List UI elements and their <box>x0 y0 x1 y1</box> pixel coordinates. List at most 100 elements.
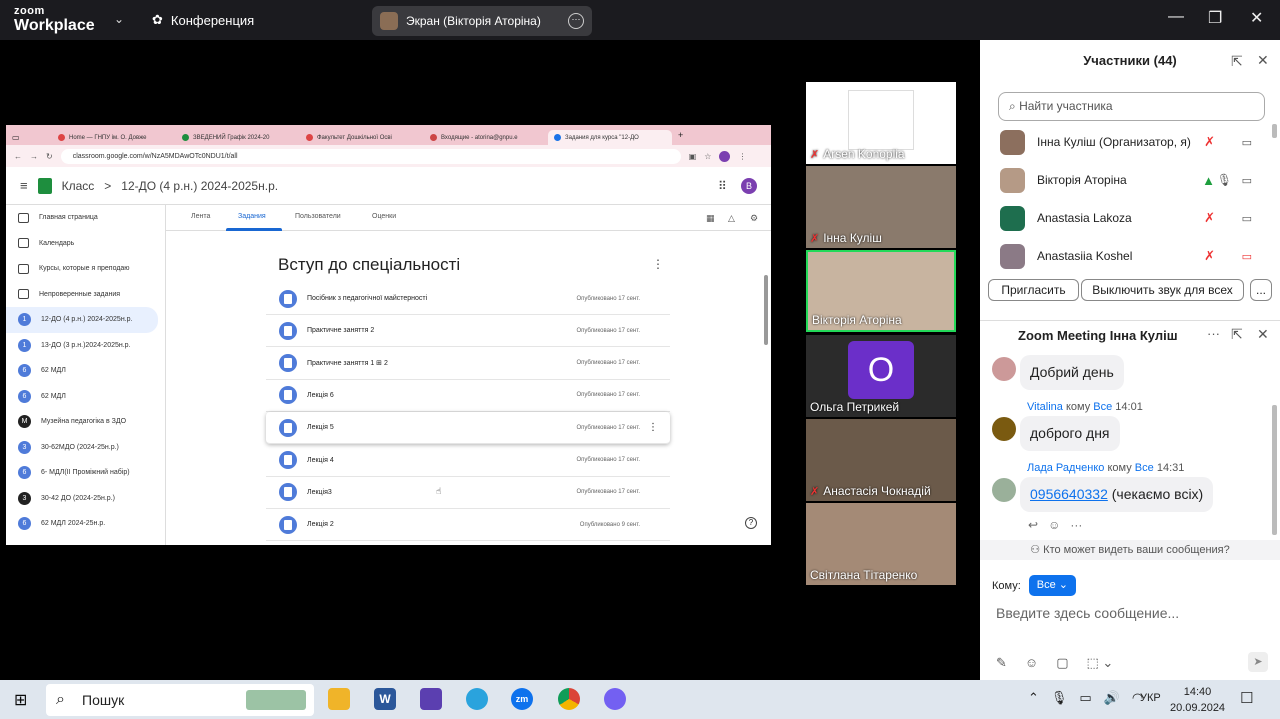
video-tile[interactable]: Вікторія Аторіна <box>806 250 956 332</box>
sidebar-item[interactable]: Главная страница <box>6 205 165 231</box>
viber-icon[interactable] <box>604 688 626 710</box>
muted-mic-icon[interactable]: ✗ <box>1204 134 1215 150</box>
participant-row[interactable]: Anastasiia Koshel ✗ ▭ <box>1000 237 1260 275</box>
recipient-select[interactable]: Все ⌄ <box>1028 575 1077 596</box>
sidebar-item[interactable]: Курсы, которые я преподаю <box>6 256 165 282</box>
browser-tab-active[interactable]: Задания для курса "12-ДО <box>548 130 672 145</box>
apps-grid-icon[interactable]: ⠿ <box>718 179 727 193</box>
tab-feed[interactable]: Лента <box>191 213 210 220</box>
topic-menu-icon[interactable]: ⋮ <box>652 257 664 271</box>
assignment-row[interactable]: Лекція3 Опубликовано 17 сент. <box>266 477 670 509</box>
participant-scrollbar[interactable] <box>1272 124 1277 138</box>
classroom-brand[interactable]: Класс <box>62 179 95 193</box>
browser-tab[interactable]: Home — ГНПУ ім. О. Довже <box>52 130 176 145</box>
calendar-icon[interactable]: ▦ <box>706 213 715 224</box>
word-icon[interactable]: W <box>374 688 396 710</box>
taskbar-clock[interactable]: 14:40 20.09.2024 <box>1170 684 1225 716</box>
save-app-icon[interactable] <box>420 688 442 710</box>
tab-grades[interactable]: Оценки <box>372 213 396 220</box>
popout-icon[interactable]: ⇱ <box>1231 53 1243 70</box>
file-icon[interactable]: ▢ <box>1056 655 1068 671</box>
bookmark-star-icon[interactable]: ☆ <box>704 152 711 161</box>
sidebar-item[interactable]: Календарь <box>6 231 165 257</box>
new-tab-button[interactable]: + <box>678 130 683 140</box>
invite-button[interactable]: Пригласить <box>988 279 1079 301</box>
cast-icon[interactable]: ▣ <box>689 152 697 161</box>
close-icon[interactable]: ✕ <box>1250 8 1263 28</box>
browser-tab[interactable]: Факультет Дошкільної Осві <box>300 130 424 145</box>
video-tile[interactable]: ✗ Інна Куліш <box>806 166 956 248</box>
screenshot-icon[interactable]: ⬚ ⌄ <box>1086 655 1113 671</box>
more-actions-icon[interactable]: ··· <box>1070 518 1082 532</box>
camera-icon[interactable]: ▭ <box>1242 174 1252 187</box>
browser-tab[interactable]: Входящие - atorina@gnpu.e <box>424 130 548 145</box>
participant-row[interactable]: Інна Куліш (Организатор, я) ✗ ▭ <box>1000 123 1260 161</box>
chrome-icon[interactable] <box>558 688 580 710</box>
menu-dots-icon[interactable]: ⋮ <box>738 152 746 161</box>
sidebar-item[interactable]: 3 30-42 ДО (2024-25н.р.) <box>6 486 165 512</box>
chat-close-icon[interactable]: ✕ <box>1257 326 1269 343</box>
mute-all-button[interactable]: Выключить звук для всех <box>1081 279 1244 301</box>
reload-icon[interactable]: ↻ <box>46 152 53 161</box>
browser-tab[interactable]: ЗВЕДЕНИЙ Графік 2024-20 <box>176 130 300 145</box>
notifications-icon[interactable]: ☐ <box>1240 689 1253 707</box>
chat-message-input[interactable]: Введите здесь сообщение... <box>996 605 1179 621</box>
assignment-row[interactable]: Лекція 5 Опубликовано 17 сент. ⋮ <box>266 412 670 445</box>
video-tile[interactable]: Світлана Тітаренко <box>806 503 956 585</box>
video-tile[interactable]: O Ольга Петрикей <box>806 335 956 417</box>
video-tile[interactable]: ✗ Arsen Konoplia <box>806 82 956 164</box>
muted-mic-icon[interactable]: ✗ <box>1204 248 1215 264</box>
emoji-icon[interactable]: ☺ <box>1025 655 1038 671</box>
chat-popout-icon[interactable]: ⇱ <box>1231 326 1243 343</box>
emoji-reaction-icon[interactable]: ☺ <box>1048 518 1060 532</box>
muted-mic-icon[interactable]: ✗ <box>1204 210 1215 226</box>
video-tile[interactable]: ✗ Анастасія Чокнадій <box>806 419 956 501</box>
language-indicator[interactable]: УКР <box>1140 692 1161 704</box>
forward-icon[interactable]: → <box>30 152 38 161</box>
battery-icon[interactable]: ▭ <box>1079 690 1091 706</box>
more-options-icon[interactable]: ··· <box>568 13 584 29</box>
assignment-row[interactable]: Посібник з педагогічної майстерності Опуб… <box>266 283 670 315</box>
chat-more-icon[interactable]: ··· <box>1207 326 1220 341</box>
screen-share-indicator[interactable]: Экран (Вікторія Аторіна) ··· <box>372 6 592 36</box>
assignment-row[interactable]: Лекція 4 Опубликовано 17 сент. <box>266 445 670 477</box>
format-text-icon[interactable]: ✎ <box>996 655 1007 671</box>
zoom-icon[interactable]: zm <box>511 688 533 710</box>
camera-icon[interactable]: ▭ <box>1242 212 1252 225</box>
chat-scrollbar[interactable] <box>1272 405 1277 535</box>
volume-icon[interactable]: 🔊 <box>1104 690 1120 706</box>
participants-more-button[interactable]: ... <box>1250 279 1272 301</box>
tab-assignments[interactable]: Задания <box>238 213 266 220</box>
chevron-down-icon[interactable]: ⌄ <box>114 12 124 26</box>
assignment-row[interactable]: Лекція 6 Опубликовано 17 сент. <box>266 380 670 412</box>
participant-row[interactable]: Anastasia Lakoza ✗ ▭ <box>1000 199 1260 237</box>
sidebar-item[interactable]: 6 62 МДЛ 2024-25н.р. <box>6 511 165 537</box>
telegram-icon[interactable] <box>466 688 488 710</box>
camera-icon[interactable]: ▭ <box>1242 136 1252 149</box>
participant-search-input[interactable]: ⌕ Найти участника <box>998 92 1265 121</box>
taskbar-search[interactable]: ⌕ Пошук <box>46 684 314 716</box>
sidebar-item[interactable]: 1 13-ДО (3 р.н.)2024-2025н.р. <box>6 333 165 359</box>
sidebar-item[interactable]: 6 6- МДЛ(ІІ Проміжний набір) <box>6 460 165 486</box>
send-icon[interactable]: ➤ <box>1248 652 1268 672</box>
windows-start-icon[interactable]: ⊞ <box>14 690 27 710</box>
tab-list-icon[interactable]: ▭ <box>12 130 52 145</box>
participant-row[interactable]: Вікторія Аторіна ▲ 🎙 ▭ <box>1000 161 1260 199</box>
url-bar[interactable]: classroom.google.com/w/NzA5MDAwOTc0NDU1/… <box>60 148 681 164</box>
tab-people[interactable]: Пользователи <box>295 213 341 220</box>
conference-menu[interactable]: ✿ Конференция <box>152 12 254 28</box>
chat-visibility-note[interactable]: ⚇ Кто может видеть ваши сообщения? <box>980 540 1280 560</box>
phone-link[interactable]: 0956640332 <box>1030 486 1108 502</box>
assignment-menu-icon[interactable]: ⋮ <box>648 422 658 433</box>
minimize-icon[interactable]: — <box>1168 8 1184 26</box>
restore-icon[interactable]: ❐ <box>1208 8 1222 28</box>
help-icon[interactable]: ? <box>745 517 757 529</box>
reply-icon[interactable]: ↩ <box>1028 518 1038 532</box>
microphone-icon[interactable]: 🎙 <box>1051 690 1068 706</box>
back-icon[interactable]: ← <box>14 152 22 161</box>
sidebar-item[interactable]: 1 12-ДО (4 р.н.) 2024-2025н.р. <box>6 307 158 333</box>
mic-icon[interactable]: 🎙 <box>1217 173 1232 187</box>
page-scrollbar[interactable] <box>764 275 768 345</box>
sidebar-item[interactable]: 3 30-62МДО (2024-25н.р.) <box>6 435 165 461</box>
sidebar-item[interactable]: 6 62 МДЛ <box>6 384 165 410</box>
